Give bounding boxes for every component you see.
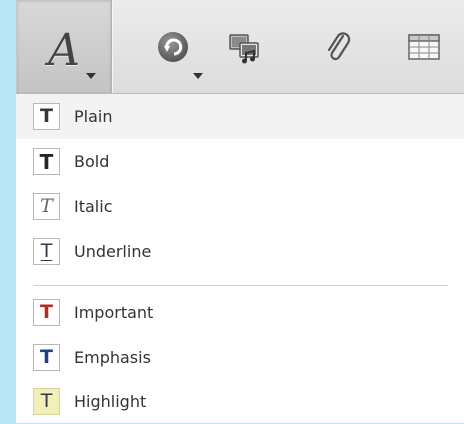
italic-style-icon: T	[33, 193, 60, 220]
menu-item-label: Italic	[74, 197, 113, 216]
attachment-button[interactable]	[313, 0, 363, 93]
menu-divider	[33, 285, 448, 286]
menu-item-highlight[interactable]: T Highlight	[16, 379, 464, 424]
chevron-down-icon	[193, 73, 203, 79]
menu-item-italic[interactable]: T Italic	[16, 184, 464, 229]
paperclip-icon	[327, 31, 351, 60]
emphasis-style-icon: T	[33, 344, 60, 371]
menu-item-label: Underline	[74, 242, 152, 261]
menu-item-important[interactable]: T Important	[16, 290, 464, 335]
text-style-menu: T Plain T Bold T Italic T Underline T Im…	[16, 94, 464, 423]
media-icon	[229, 33, 259, 63]
link-arrow-icon	[158, 31, 188, 62]
menu-item-label: Important	[74, 303, 154, 322]
bold-style-icon: T	[33, 148, 60, 175]
media-button[interactable]	[214, 0, 274, 93]
important-style-icon: T	[33, 299, 60, 326]
font-style-button[interactable]: A	[16, 0, 112, 93]
link-button[interactable]	[144, 0, 203, 93]
underline-style-icon: T	[33, 238, 60, 265]
font-a-icon: A	[48, 25, 80, 76]
menu-item-plain[interactable]: T Plain	[16, 94, 464, 139]
table-icon	[408, 33, 440, 60]
menu-item-label: Highlight	[74, 392, 147, 411]
menu-item-label: Bold	[74, 152, 110, 171]
menu-item-label: Emphasis	[74, 348, 151, 367]
highlight-style-icon: T	[33, 388, 60, 415]
menu-item-label: Plain	[74, 107, 113, 126]
chevron-down-icon	[86, 73, 96, 79]
table-button[interactable]	[399, 0, 449, 93]
menu-item-underline[interactable]: T Underline	[16, 229, 464, 274]
menu-item-bold[interactable]: T Bold	[16, 139, 464, 184]
plain-style-icon: T	[33, 103, 60, 130]
editor-toolbar: A	[16, 0, 464, 94]
menu-item-emphasis[interactable]: T Emphasis	[16, 335, 464, 380]
toolbar-separator	[112, 0, 113, 93]
